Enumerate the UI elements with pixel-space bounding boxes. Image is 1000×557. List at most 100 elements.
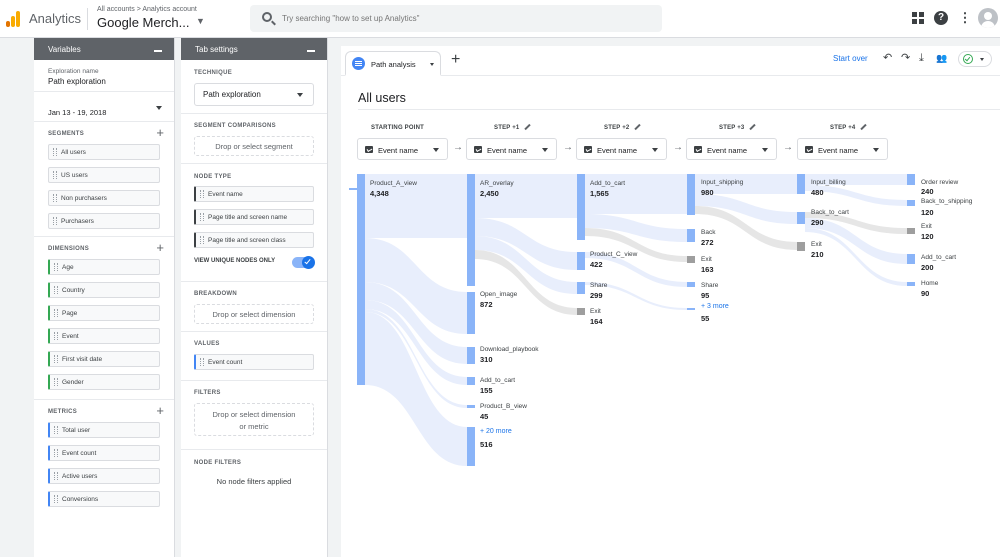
variables-header: Variables — [34, 38, 174, 60]
exit-bar[interactable] — [577, 308, 585, 315]
node-value: 200 — [921, 263, 934, 272]
node-label[interactable]: Exit — [590, 308, 601, 315]
technique-select[interactable]: Path exploration — [194, 83, 314, 106]
node-label[interactable]: Download_playbook — [480, 346, 539, 353]
node-bar[interactable] — [467, 377, 475, 385]
node-label[interactable]: Exit — [921, 223, 932, 230]
chevron-down-icon[interactable]: ▼ — [196, 16, 205, 26]
node-label[interactable]: Back_to_shipping — [921, 198, 972, 205]
node-label[interactable]: Product_B_view — [480, 403, 527, 410]
exploration-name[interactable]: Path exploration — [48, 77, 160, 86]
avatar[interactable] — [978, 8, 998, 28]
exit-bar[interactable] — [797, 242, 805, 251]
node-bar[interactable] — [907, 200, 915, 206]
dimension-chip[interactable]: Gender — [48, 374, 160, 390]
node-bar[interactable] — [797, 174, 805, 194]
search-input[interactable] — [282, 10, 642, 27]
exploration-name-label: Exploration name — [48, 68, 99, 75]
node-label[interactable]: AR_overlay — [480, 180, 514, 187]
flow-link[interactable] — [585, 214, 687, 242]
node-label[interactable]: Input_billing — [811, 179, 846, 186]
metric-chip[interactable]: Conversions — [48, 491, 160, 507]
breadcrumb-analytics-account[interactable]: Analytics account — [142, 6, 196, 13]
exploration-canvas: Path analysis + Start over ↶ ↷ ⤓ 👥 All u… — [341, 46, 1000, 557]
segment-chip[interactable]: Purchasers — [48, 213, 160, 229]
node-bar[interactable] — [687, 174, 695, 215]
node-bar[interactable] — [577, 174, 585, 240]
node-bar[interactable] — [467, 427, 475, 466]
node-bar[interactable] — [577, 252, 585, 270]
minimize-icon[interactable] — [307, 50, 315, 52]
value-chip[interactable]: Event count — [194, 354, 314, 370]
node-label[interactable]: Add_to_cart — [921, 254, 956, 261]
segment-drop-zone[interactable]: Drop or select segment — [194, 136, 314, 156]
node-bar[interactable] — [797, 212, 805, 224]
node-label[interactable]: Add_to_cart — [590, 180, 625, 187]
node-label[interactable]: Share — [590, 282, 607, 289]
node-bar[interactable] — [687, 308, 695, 310]
segment-chip[interactable]: Non purchasers — [48, 190, 160, 206]
node-bar[interactable] — [577, 282, 585, 294]
exit-bar[interactable] — [687, 256, 695, 263]
dimension-chip[interactable]: First visit date — [48, 351, 160, 367]
dimension-chip[interactable]: Country — [48, 282, 160, 298]
view-unique-nodes-toggle[interactable] — [292, 256, 315, 269]
node-bar[interactable] — [687, 229, 695, 242]
search-bar[interactable] — [250, 5, 662, 32]
breakdown-drop-zone[interactable]: Drop or select dimension — [194, 304, 314, 324]
dimension-chip[interactable]: Event — [48, 328, 160, 344]
node-bar[interactable] — [687, 282, 695, 287]
more-vert-icon[interactable]: ⋮ — [958, 11, 972, 25]
chevron-down-icon[interactable] — [156, 106, 162, 110]
metric-chip[interactable]: Event count — [48, 445, 160, 461]
node-label[interactable]: Exit — [701, 256, 712, 263]
node-bar[interactable] — [467, 292, 475, 334]
node-label[interactable]: Back — [701, 229, 715, 236]
node-type-chip[interactable]: Event name — [194, 186, 314, 202]
node-bar[interactable] — [907, 254, 915, 264]
node-bar[interactable] — [907, 174, 915, 185]
add-segment-icon[interactable]: + — [156, 126, 164, 139]
node-label[interactable]: Add_to_cart — [480, 377, 515, 384]
apps-grid-icon[interactable] — [911, 11, 925, 25]
help-icon[interactable]: ? — [934, 11, 948, 25]
node-bar[interactable] — [467, 405, 475, 408]
exploration-name-section[interactable]: Exploration name Path exploration — [34, 60, 174, 92]
filters-drop-zone[interactable]: Drop or select dimension or metric — [194, 403, 314, 436]
exit-bar[interactable] — [907, 228, 915, 234]
node-bar[interactable] — [357, 174, 365, 385]
more-nodes-link[interactable]: + 3 more — [701, 303, 729, 310]
node-label[interactable]: Share — [701, 282, 718, 289]
segment-chip[interactable]: US users — [48, 167, 160, 183]
node-bar[interactable] — [907, 282, 915, 286]
metric-chip[interactable]: Active users — [48, 468, 160, 484]
node-type-section: NODE TYPE Event name Page title and scre… — [181, 164, 327, 282]
node-type-chip[interactable]: Page title and screen class — [194, 232, 314, 248]
more-nodes-link[interactable]: + 20 more — [480, 428, 512, 435]
node-label[interactable]: Order review — [921, 179, 958, 186]
node-bar[interactable] — [467, 347, 475, 364]
date-range-picker[interactable]: Jan 13 - 19, 2018 — [34, 92, 174, 122]
node-label[interactable]: Home — [921, 280, 938, 287]
metric-chip[interactable]: Total user — [48, 422, 160, 438]
date-range[interactable]: Jan 13 - 19, 2018 — [48, 108, 106, 117]
account-selector[interactable]: Google Merch... — [97, 15, 190, 30]
node-type-chip[interactable]: Page title and screen name — [194, 209, 314, 225]
node-label[interactable]: Input_shipping — [701, 179, 743, 186]
node-label[interactable]: Exit — [811, 241, 822, 248]
segment-chip[interactable]: All users — [48, 144, 160, 160]
breadcrumb[interactable]: All accounts > Analytics account — [97, 6, 197, 13]
node-label[interactable]: Product_C_view — [590, 251, 637, 258]
node-bar[interactable] — [467, 174, 475, 286]
add-metric-icon[interactable]: + — [156, 404, 164, 417]
dimension-chip[interactable]: Page — [48, 305, 160, 321]
dimension-chip[interactable]: Age — [48, 259, 160, 275]
flow-link[interactable] — [365, 312, 467, 466]
breadcrumb-all-accounts[interactable]: All accounts — [97, 6, 135, 13]
node-label[interactable]: Back_to_cart — [811, 209, 849, 216]
minimize-icon[interactable] — [154, 50, 162, 52]
node-label[interactable]: Product_A_view — [370, 180, 417, 187]
node-label[interactable]: Open_image — [480, 291, 517, 298]
add-dimension-icon[interactable]: + — [156, 241, 164, 254]
analytics-logo-icon[interactable] — [6, 11, 20, 27]
